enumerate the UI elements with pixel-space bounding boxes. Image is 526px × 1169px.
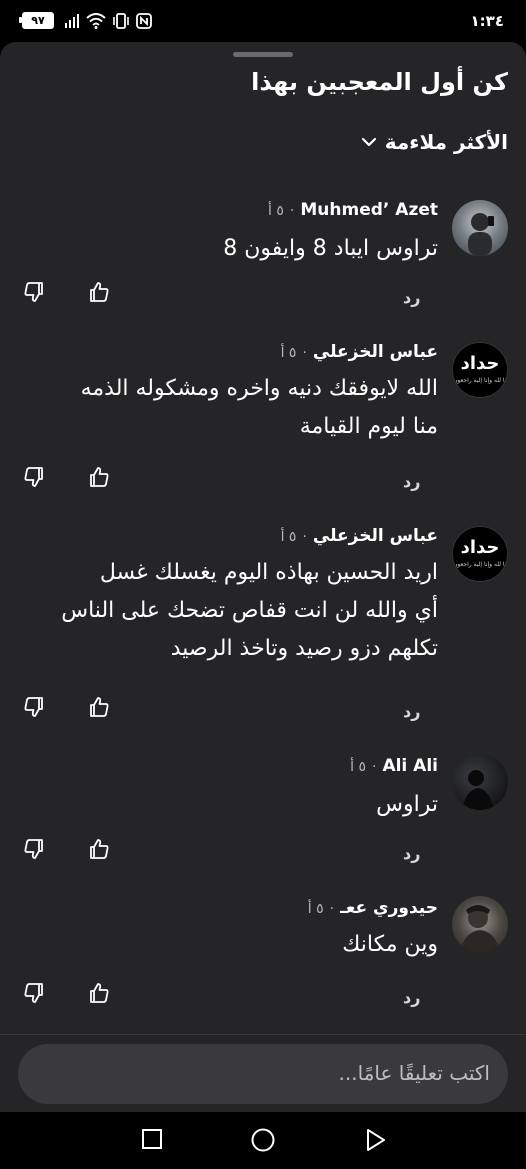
avatar-subtext: إنا لله وإنا إليه راجعون: [453, 377, 508, 384]
comment-time: ٥ أ: [268, 203, 284, 219]
divider: [0, 1034, 526, 1035]
comment-author[interactable]: عباس الخزعلي: [313, 342, 438, 362]
avatar-subtext: إنا لله وإنا إليه راجعون: [453, 561, 508, 568]
nfc-icon: [136, 12, 152, 29]
thumbs-up-icon[interactable]: [87, 695, 111, 719]
avatar-text: حداد: [460, 537, 500, 558]
drag-handle[interactable]: [233, 52, 293, 57]
reply-button[interactable]: رد: [403, 702, 420, 721]
avatar[interactable]: [452, 200, 508, 256]
thumbs-up-icon[interactable]: [87, 280, 111, 304]
back-icon[interactable]: [365, 1128, 387, 1152]
comment-input-placeholder: اكتب تعليقًا عامًا...: [338, 1061, 490, 1085]
comment-text: تراوس ايباد 8 وايفون 8: [223, 236, 438, 261]
comment-input[interactable]: اكتب تعليقًا عامًا...: [18, 1044, 508, 1104]
avatar[interactable]: حداد إنا لله وإنا إليه راجعون: [452, 526, 508, 582]
comment-author[interactable]: Muhmed’ Azet: [300, 200, 438, 220]
comments-sheet: كن أول المعجبين بهذا الأكثر ملاءمة Muhme…: [0, 42, 526, 1112]
avatar[interactable]: [452, 896, 508, 952]
thumbs-down-icon[interactable]: [22, 837, 46, 861]
comment-author[interactable]: Ali Ali: [382, 756, 438, 776]
first-to-like-text: كن أول المعجبين بهذا: [251, 68, 508, 96]
comment-author[interactable]: عباس الخزعلي: [313, 526, 438, 546]
status-bar: ٩٧ ١:٣٤: [0, 0, 526, 42]
comment-author[interactable]: حيدوري ععـ: [340, 898, 438, 918]
avatar-text: حداد: [460, 353, 500, 374]
home-icon[interactable]: [250, 1127, 276, 1153]
recents-icon[interactable]: [141, 1128, 163, 1150]
reply-button[interactable]: رد: [403, 472, 420, 491]
comment-text: اريد الحسين بهاذه اليوم يغسلك غسل أي وال…: [61, 560, 438, 661]
thumbs-down-icon[interactable]: [22, 280, 46, 304]
reply-button[interactable]: رد: [403, 288, 420, 307]
comment-time: ٥ أ: [280, 345, 297, 361]
signal-icon: [65, 13, 79, 28]
chevron-down-icon: [361, 137, 376, 147]
thumbs-down-icon[interactable]: [22, 695, 46, 719]
comment-text: الله لايوفقك دنيه واخره ومشكوله الذمه من…: [80, 376, 438, 439]
navigation-bar: [0, 1112, 526, 1169]
comment-text: تراوس: [376, 792, 438, 817]
battery-level: ٩٧: [31, 14, 45, 27]
comment-text: وين مكانك: [342, 932, 438, 957]
comment-time: ٥ أ: [350, 759, 366, 775]
thumbs-up-icon[interactable]: [87, 837, 111, 861]
thumbs-up-icon[interactable]: [87, 981, 111, 1005]
status-icons: ٩٧: [19, 12, 152, 29]
thumbs-up-icon[interactable]: [87, 465, 111, 489]
sort-dropdown[interactable]: الأكثر ملاءمة: [361, 130, 508, 154]
comment-time: ٥ أ: [307, 901, 324, 917]
thumbs-down-icon[interactable]: [22, 465, 46, 489]
avatar[interactable]: [452, 754, 508, 810]
clock: ١:٣٤: [470, 12, 504, 30]
wifi-icon: [86, 12, 106, 29]
avatar[interactable]: حداد إنا لله وإنا إليه راجعون: [452, 342, 508, 398]
reply-button[interactable]: رد: [403, 988, 420, 1007]
vibrate-icon: [113, 12, 129, 29]
battery-icon: ٩٧: [19, 12, 54, 29]
thumbs-down-icon[interactable]: [22, 981, 46, 1005]
sort-label: الأكثر ملاءمة: [384, 130, 508, 154]
comment-time: ٥ أ: [280, 529, 297, 545]
reply-button[interactable]: رد: [403, 844, 420, 863]
